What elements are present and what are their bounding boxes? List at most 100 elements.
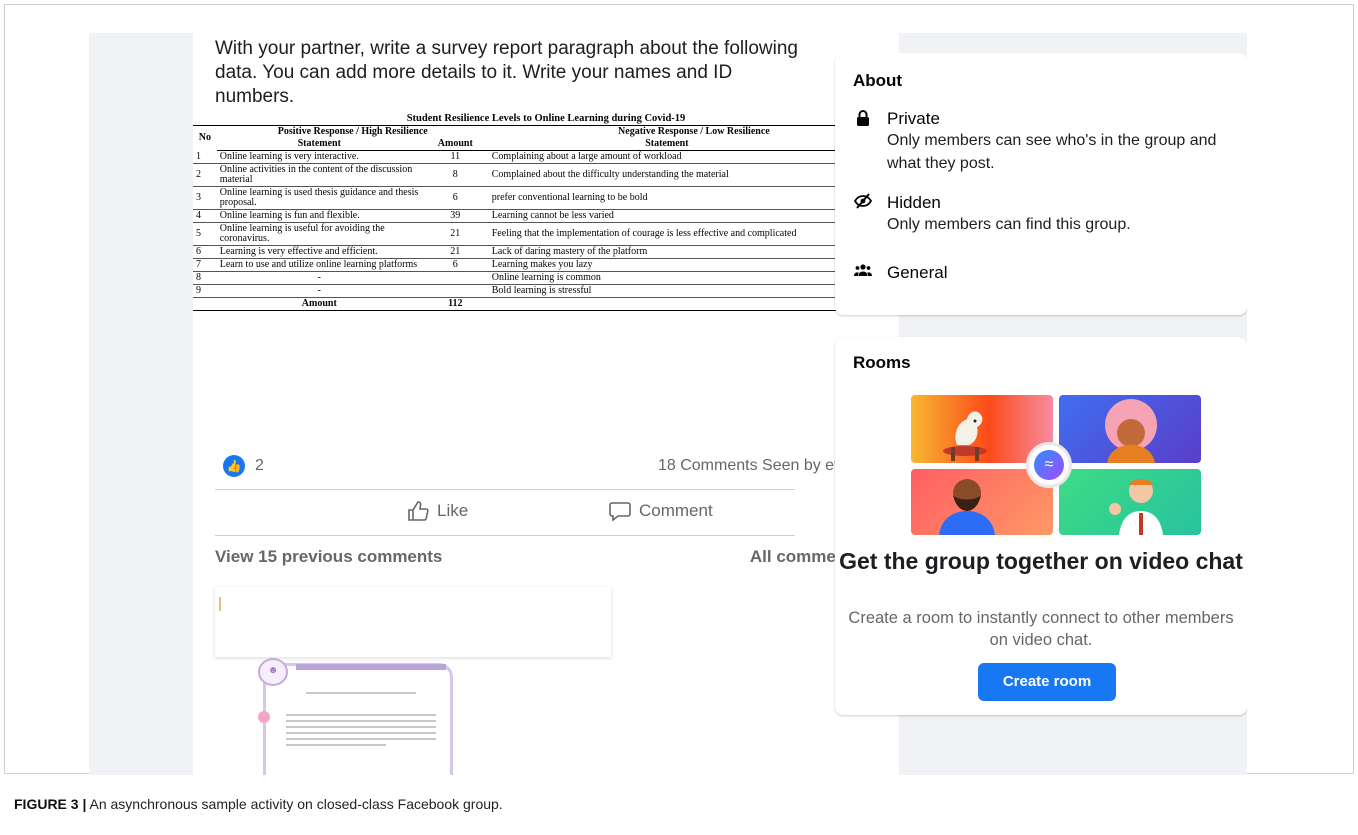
bunny-sticker-icon: ☻ [258, 658, 288, 686]
col-no: No [193, 125, 217, 151]
about-item-title: Hidden [887, 193, 941, 212]
positive-amount: 11 [421, 150, 489, 164]
rooms-card: Rooms ≈ Get the group together on video … [835, 337, 1247, 715]
row-no: 5 [193, 222, 217, 246]
comment-button[interactable]: Comment [609, 501, 713, 521]
negative-statement: Feeling that the implementation of coura… [488, 222, 845, 246]
table-row: 6 Learning is very effective and efficien… [193, 245, 899, 259]
thumbnail-text-line [286, 744, 386, 746]
table-total-row: Amount112371 [193, 297, 899, 311]
total-label: Amount [216, 297, 422, 311]
table-row: 7 Learn to use and utilize online learnin… [193, 258, 899, 272]
facebook-screenshot: With your partner, write a survey report… [89, 33, 1247, 775]
group-post: With your partner, write a survey report… [193, 33, 899, 775]
positive-statement: Online learning is very interactive. [216, 150, 422, 164]
rooms-headline: Get the group together on video chat [839, 548, 1243, 574]
divider [215, 489, 795, 490]
people-icon [853, 263, 873, 283]
survey-table-image: Student Resilience Levels to Online Lear… [193, 111, 899, 311]
messenger-badge: ≈ [1029, 445, 1069, 485]
table-row: 4 Online learning is fun and flexible. 39 L… [193, 209, 899, 223]
figure-frame: With your partner, write a survey report… [4, 4, 1354, 775]
positive-amount: 39 [421, 209, 489, 223]
thumbnail-text-line [286, 720, 436, 722]
row-no: 1 [193, 150, 217, 164]
row-no: 7 [193, 258, 217, 272]
view-previous-comments[interactable]: View 15 previous comments [215, 547, 442, 567]
thumbnail-text-line [286, 738, 436, 740]
create-room-button[interactable]: Create room [978, 663, 1116, 701]
positive-amount [421, 284, 489, 298]
like-reaction-icon[interactable]: 👍 [223, 455, 245, 477]
comment-icon [609, 502, 631, 521]
about-general: General [853, 263, 947, 283]
positive-statement: Online learning is useful for avoiding t… [216, 222, 422, 246]
video-chat-illustration: ≈ [911, 395, 1201, 535]
thumbnail-banner [296, 664, 446, 670]
about-hidden: Hidden Only members can find this group. [853, 193, 1131, 236]
illustration-tile-man [911, 469, 1053, 535]
like-button[interactable]: Like [407, 501, 468, 521]
positive-amount: 6 [421, 186, 489, 210]
group-positive: Positive Response / High Resilience [216, 125, 489, 138]
text-cursor [219, 597, 221, 611]
eye-slash-icon [853, 193, 873, 236]
table-row: 9-Bold learning is stressful31 [193, 284, 899, 298]
row-no: 2 [193, 163, 217, 187]
positive-statement: Learn to use and utilize online learning… [216, 258, 422, 272]
positive-statement: Online learning is fun and flexible. [216, 209, 422, 223]
comment-input[interactable] [215, 587, 611, 657]
thumbs-up-icon [408, 501, 429, 521]
illustration-tile-woman [1059, 395, 1201, 463]
col-statement: Statement [488, 138, 845, 151]
positive-amount: 21 [421, 245, 489, 259]
caption-text: An asynchronous sample activity on close… [86, 796, 503, 812]
positive-amount [421, 271, 489, 285]
rooms-title: Rooms [853, 353, 911, 372]
col-amount: Amount [421, 138, 489, 151]
thumbnail-text-line [286, 732, 436, 734]
table-row: 5 Online learning is useful for avoiding … [193, 222, 899, 246]
row-no: 9 [193, 284, 217, 298]
positive-amount: 6 [421, 258, 489, 272]
table-row: 2 Online activities in the content of the… [193, 163, 899, 187]
survey-table: No Positive Response / High Resilience N… [193, 125, 899, 311]
negative-statement: Online learning is common [488, 271, 845, 285]
negative-statement: Lack of daring mastery of the platform [488, 245, 845, 259]
row-no: 8 [193, 271, 217, 285]
comments-count[interactable]: 18 Comments [658, 457, 758, 474]
attached-image-thumbnail[interactable]: ☻ [258, 658, 453, 775]
table-row: 1 Online learning is very interactive. 11 C… [193, 150, 899, 164]
messenger-icon: ≈ [1034, 450, 1064, 480]
about-item-title: Private [887, 109, 940, 128]
thumbnail-text-line [286, 726, 436, 728]
thumbnail-text-line [286, 714, 436, 716]
col-statement: Statement [216, 138, 422, 151]
positive-statement: Online learning is used thesis guidance … [216, 186, 422, 210]
negative-statement: Learning makes you lazy [488, 258, 845, 272]
negative-statement: prefer conventional learning to be bold [488, 186, 845, 210]
illustration-tile-person [1059, 469, 1201, 535]
about-title: About [853, 71, 903, 90]
negative-statement: Bold learning is stressful [488, 284, 845, 298]
negative-statement: Complained about the difficulty understa… [488, 163, 845, 187]
like-label: Like [437, 501, 469, 520]
about-private: Private Only members can see who's in th… [853, 109, 1247, 175]
table-row: 8-Online learning is common35 [193, 271, 899, 285]
negative-statement: Learning cannot be less varied [488, 209, 845, 223]
table-row: 3 Online learning is used thesis guidance… [193, 186, 899, 210]
positive-statement: - [216, 271, 422, 285]
caption-label: FIGURE 3 | [14, 796, 87, 812]
post-text: With your partner, write a survey report… [215, 38, 798, 107]
about-item-desc: Only members can see who's in the group … [887, 132, 1217, 172]
row-no: 3 [193, 186, 217, 210]
figure-caption: FIGURE 3 | An asynchronous sample activi… [14, 796, 503, 812]
row-no: 4 [193, 209, 217, 223]
rooms-description: Create a room to instantly connect to ot… [848, 609, 1234, 649]
thumbnail-text-line [306, 692, 416, 694]
about-item-title: General [887, 263, 948, 282]
row-no: 6 [193, 245, 217, 259]
reaction-count[interactable]: 2 [255, 457, 264, 475]
positive-amount: 8 [421, 163, 489, 187]
lock-icon [853, 109, 873, 175]
